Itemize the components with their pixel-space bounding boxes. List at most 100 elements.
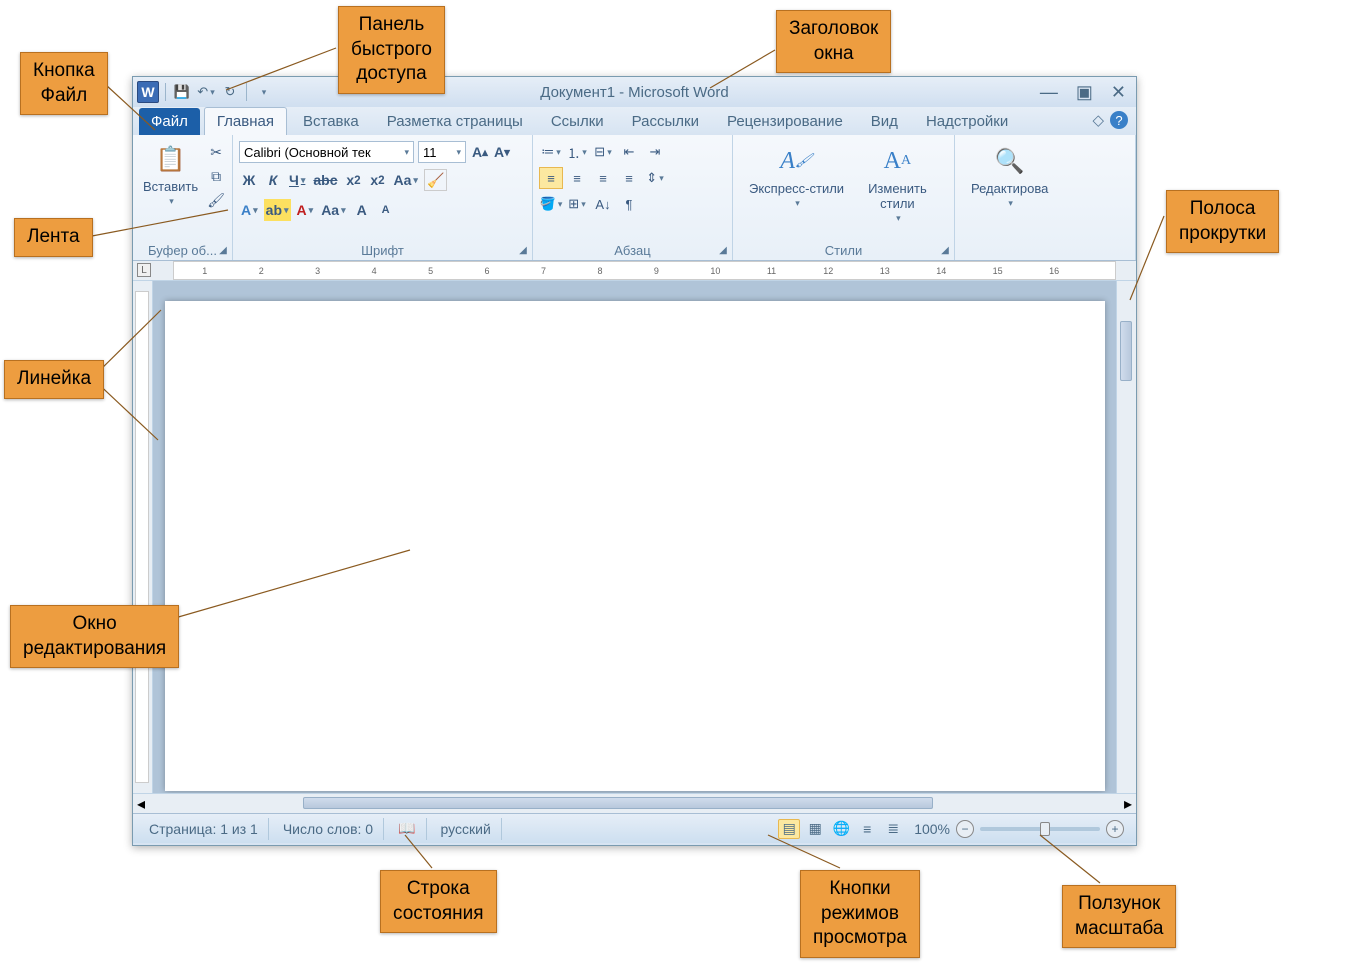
save-icon[interactable]: 💾 <box>172 82 192 102</box>
change-styles-icon: AA <box>879 143 915 179</box>
numbering-button[interactable]: ⒈▾ <box>565 141 589 163</box>
dialog-launcher-icon[interactable]: ◢ <box>517 245 529 257</box>
tab-selector[interactable]: L <box>137 263 151 277</box>
show-marks-button[interactable]: ¶ <box>617 193 641 215</box>
document-area[interactable] <box>153 281 1116 793</box>
status-words[interactable]: Число слов: 0 <box>273 818 384 840</box>
group-editing: 🔍 Редактирова▾ <box>955 135 1136 260</box>
group-clipboard: 📋 Вставить ▾ ✂ ⧉ 🖌 Буфер об...◢ <box>133 135 233 260</box>
callout-statusbar: Строка состояния <box>380 870 497 933</box>
font-color-button[interactable]: A▾ <box>295 199 316 221</box>
tab-insert[interactable]: Вставка <box>291 108 371 135</box>
editing-button[interactable]: 🔍 Редактирова▾ <box>965 141 1054 211</box>
titlebar: W 💾 ↶▾ ↻ ▾ Документ1 - Microsoft Word — … <box>133 77 1136 107</box>
shrink-font-icon[interactable]: A▾ <box>492 141 512 163</box>
callout-edit-window: Окно редактирования <box>10 605 179 668</box>
vertical-scrollbar[interactable] <box>1116 281 1136 793</box>
dialog-launcher-icon[interactable]: ◢ <box>217 245 229 257</box>
view-print-layout-icon[interactable]: ▤ <box>778 819 800 839</box>
italic-button[interactable]: К <box>263 169 283 191</box>
tab-addins[interactable]: Надстройки <box>914 108 1020 135</box>
tab-references[interactable]: Ссылки <box>539 108 616 135</box>
superscript-button[interactable]: x2 <box>368 169 388 191</box>
bold-button[interactable]: Ж <box>239 169 259 191</box>
justify-button[interactable]: ≡ <box>617 167 641 189</box>
line-spacing-button[interactable]: ⇕▾ <box>643 167 667 189</box>
tab-page-layout[interactable]: Разметка страницы <box>375 108 535 135</box>
format-painter-icon[interactable]: 🖌 <box>206 191 226 209</box>
qat-customize-icon[interactable]: ▾ <box>253 82 273 102</box>
decrease-indent-icon[interactable]: ⇤ <box>617 141 641 163</box>
underline-button[interactable]: Ч▾ <box>287 169 307 191</box>
zoom-level[interactable]: 100% <box>914 821 950 837</box>
callout-ruler: Линейка <box>4 360 104 399</box>
copy-icon[interactable]: ⧉ <box>206 167 226 185</box>
quick-access-toolbar: W 💾 ↶▾ ↻ ▾ <box>133 81 273 103</box>
strike-button[interactable]: abc <box>311 169 339 191</box>
horizontal-scrollbar[interactable]: ◂ ▸ <box>133 793 1136 813</box>
status-proofing[interactable]: 📖 <box>388 818 426 840</box>
zoom-slider[interactable] <box>980 827 1100 831</box>
text-effects-button[interactable]: A▾ <box>239 199 260 221</box>
dialog-launcher-icon[interactable]: ◢ <box>939 245 951 257</box>
horizontal-ruler[interactable]: L 1234 5678 9101112 13141516 <box>133 261 1136 281</box>
zoom-in-button[interactable]: + <box>1106 820 1124 838</box>
align-left-button[interactable]: ≡ <box>539 167 563 189</box>
scrollbar-thumb[interactable] <box>1120 321 1132 381</box>
view-draft-icon[interactable]: ≣ <box>882 819 904 839</box>
maximize-icon[interactable]: ▣ <box>1076 82 1093 103</box>
view-full-screen-icon[interactable]: ▦ <box>804 819 826 839</box>
increase-indent-icon[interactable]: ⇥ <box>643 141 667 163</box>
scroll-right-icon[interactable]: ▸ <box>1124 794 1132 814</box>
clear-formatting-icon[interactable]: 🧹 <box>424 169 447 191</box>
minimize-icon[interactable]: — <box>1040 82 1058 103</box>
tab-mailings[interactable]: Рассылки <box>620 108 711 135</box>
hscroll-thumb[interactable] <box>303 797 933 809</box>
document-page[interactable] <box>165 301 1105 791</box>
redo-icon[interactable]: ↻ <box>220 82 240 102</box>
font-size-combo[interactable]: 11▾ <box>418 141 466 163</box>
word-window: W 💾 ↶▾ ↻ ▾ Документ1 - Microsoft Word — … <box>132 76 1137 846</box>
tab-review[interactable]: Рецензирование <box>715 108 855 135</box>
scroll-left-icon[interactable]: ◂ <box>137 794 145 814</box>
change-case-button[interactable]: Aa▾ <box>392 169 420 191</box>
minimize-ribbon-icon[interactable]: ◇ <box>1092 111 1104 129</box>
zoom-thumb[interactable] <box>1040 822 1050 836</box>
subscript-button[interactable]: x2 <box>344 169 364 191</box>
close-icon[interactable]: ✕ <box>1111 82 1126 103</box>
tab-view[interactable]: Вид <box>859 108 910 135</box>
enlarge-font-button[interactable]: A <box>352 199 372 221</box>
help-icon[interactable]: ? <box>1110 111 1128 129</box>
dialog-launcher-icon[interactable]: ◢ <box>717 245 729 257</box>
grow-font-icon[interactable]: A▴ <box>470 141 490 163</box>
vertical-ruler[interactable] <box>133 281 153 793</box>
styles-icon: A🖌 <box>779 143 815 179</box>
sort-button[interactable]: A↓ <box>591 193 615 215</box>
quick-styles-button[interactable]: A🖌 Экспресс-стили▾ <box>743 141 850 211</box>
status-language[interactable]: русский <box>431 818 502 840</box>
qat-separator <box>165 83 166 101</box>
tab-file[interactable]: Файл <box>139 108 200 135</box>
status-page[interactable]: Страница: 1 из 1 <box>139 818 269 840</box>
word-logo-icon[interactable]: W <box>137 81 159 103</box>
align-right-button[interactable]: ≡ <box>591 167 615 189</box>
undo-icon[interactable]: ↶▾ <box>196 82 216 102</box>
bullets-button[interactable]: ≔▾ <box>539 141 563 163</box>
view-web-icon[interactable]: 🌐 <box>830 819 852 839</box>
change-styles-button[interactable]: AA Изменить стили▾ <box>862 141 933 226</box>
multilevel-button[interactable]: ⊟▾ <box>591 141 615 163</box>
app-name: Microsoft Word <box>628 84 729 101</box>
paste-button[interactable]: 📋 Вставить ▾ <box>137 139 204 209</box>
shading-button[interactable]: 🪣▾ <box>539 193 563 215</box>
character-spacing-button[interactable]: Aa▾ <box>319 199 347 221</box>
cut-icon[interactable]: ✂ <box>206 143 226 161</box>
shrink-font2-button[interactable]: A <box>376 199 396 221</box>
view-outline-icon[interactable]: ≡ <box>856 819 878 839</box>
highlight-button[interactable]: ab▾ <box>264 199 291 221</box>
tab-home[interactable]: Главная <box>204 107 287 135</box>
borders-button[interactable]: ⊞▾ <box>565 193 589 215</box>
align-center-button[interactable]: ≡ <box>565 167 589 189</box>
font-name-combo[interactable]: Calibri (Основной тек▾ <box>239 141 414 163</box>
callout-file-button: Кнопка Файл <box>20 52 108 115</box>
zoom-out-button[interactable]: − <box>956 820 974 838</box>
